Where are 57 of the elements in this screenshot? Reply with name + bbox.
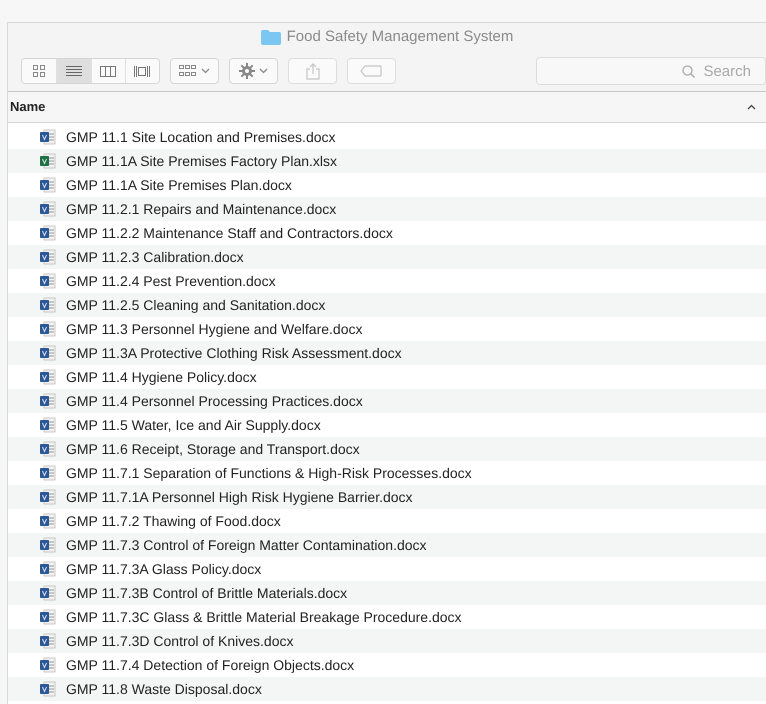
file-name[interactable]: GMP 11.1A Site Premises Plan.docx: [66, 174, 292, 196]
word-document-icon: [40, 369, 56, 385]
window-title: Food Safety Management System: [286, 26, 514, 47]
word-document-icon: [40, 249, 56, 265]
file-name[interactable]: GMP 11.2.2 Maintenance Staff and Contractors.docx: [66, 222, 393, 244]
list-view-icon: [64, 63, 83, 79]
grid-icon: [179, 65, 198, 77]
file-name[interactable]: GMP 11.7.4 Detection of Foreign Objects.docx: [66, 654, 354, 676]
file-name[interactable]: GMP 11.7.3C Glass & Brittle Material Breakage Procedure.docx: [66, 606, 462, 628]
word-document-icon: [40, 393, 56, 409]
column-header[interactable]: Name: [8, 92, 766, 123]
word-document-icon: [40, 273, 56, 289]
word-document-icon: [40, 513, 56, 529]
file-name[interactable]: GMP 11.1 Site Location and Premises.docx: [66, 126, 336, 148]
tag-icon: [360, 65, 382, 77]
search-field[interactable]: Search: [536, 57, 766, 85]
word-document-icon: [40, 129, 56, 145]
sort-chevron-icon: [747, 104, 756, 110]
file-name[interactable]: GMP 11.2.4 Pest Prevention.docx: [66, 270, 276, 292]
column-view-icon: [99, 63, 118, 79]
word-document-icon: [40, 561, 56, 577]
word-document-icon: [40, 417, 56, 433]
word-document-icon: [40, 465, 56, 481]
file-name[interactable]: GMP 11.7.2 Thawing of Food.docx: [66, 510, 281, 532]
name-column-header: Name: [10, 98, 46, 116]
excel-spreadsheet-icon: [40, 153, 56, 169]
word-document-icon: [40, 609, 56, 625]
word-document-icon: [40, 681, 56, 697]
chevron-down-icon: [259, 68, 268, 74]
word-document-icon: [40, 201, 56, 217]
word-document-icon: [40, 537, 56, 553]
chevron-down-icon: [201, 68, 210, 74]
share-icon: [306, 62, 320, 80]
view-mode-button[interactable]: [124, 59, 160, 83]
word-document-icon: [40, 321, 56, 337]
word-document-icon: [40, 177, 56, 193]
gallery-view-icon: [133, 63, 152, 79]
word-document-icon: [40, 441, 56, 457]
group-button[interactable]: [170, 58, 220, 84]
word-document-icon: [40, 657, 56, 673]
word-document-icon: [40, 633, 56, 649]
action-button[interactable]: [229, 58, 278, 84]
word-document-icon: [40, 489, 56, 505]
file-name[interactable]: GMP 11.7.3A Glass Policy.docx: [66, 558, 262, 580]
file-name[interactable]: GMP 11.5 Water, Ice and Air Supply.docx: [66, 414, 321, 436]
word-document-icon: [40, 585, 56, 601]
word-document-icon: [40, 345, 56, 361]
folder-icon: [260, 30, 281, 44]
file-name[interactable]: GMP 11.4 Hygiene Policy.docx: [66, 366, 257, 388]
file-name[interactable]: GMP 11.3 Personnel Hygiene and Welfare.docx: [66, 318, 363, 340]
file-name[interactable]: GMP 11.7.1 Separation of Functions & High-Risk Processes.docx: [66, 462, 472, 484]
gear-icon: [239, 63, 256, 79]
word-document-icon: [40, 225, 56, 241]
search-icon: [682, 65, 695, 78]
view-mode-button[interactable]: [56, 59, 91, 83]
word-document-icon: [40, 297, 56, 313]
view-mode-control[interactable]: [21, 58, 160, 84]
